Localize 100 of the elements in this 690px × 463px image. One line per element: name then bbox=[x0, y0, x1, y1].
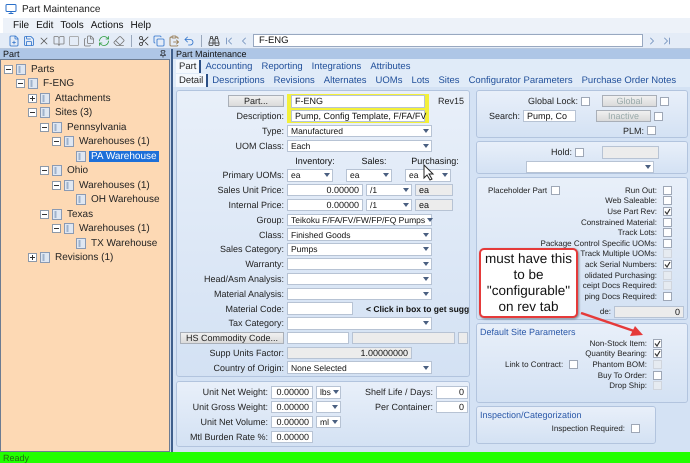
pin-icon[interactable] bbox=[159, 50, 168, 58]
dropdown[interactable]: Teikoku F/FA/FV/FW/FP/FQ Pumps bbox=[287, 214, 432, 226]
cut-icon[interactable] bbox=[138, 34, 150, 46]
checkbox[interactable] bbox=[663, 238, 672, 248]
checkbox[interactable] bbox=[581, 96, 590, 106]
tab[interactable]: Revisions bbox=[270, 74, 320, 87]
menu-item[interactable]: Actions bbox=[90, 20, 124, 31]
collapse-icon[interactable] bbox=[40, 122, 49, 132]
tree-item[interactable]: Texas bbox=[65, 208, 96, 220]
hs-code-button[interactable]: HS Commodity Code... bbox=[180, 332, 284, 344]
menu-item[interactable]: Tools bbox=[60, 20, 84, 31]
collapse-icon[interactable] bbox=[4, 64, 13, 74]
paste-icon[interactable] bbox=[168, 34, 180, 46]
tree-item[interactable]: PA Warehouse bbox=[89, 150, 159, 162]
tab[interactable]: Alternates bbox=[320, 74, 372, 87]
collapse-icon[interactable] bbox=[16, 79, 25, 88]
tree-item[interactable]: Warehouses (1) bbox=[77, 180, 152, 191]
tab[interactable]: Integrations bbox=[308, 60, 366, 73]
checkbox[interactable] bbox=[663, 228, 672, 238]
dropdown[interactable]: ea bbox=[287, 169, 333, 182]
number-field[interactable]: 0.00000 bbox=[271, 416, 313, 428]
dropdown[interactable] bbox=[316, 400, 341, 414]
part-search-field[interactable]: F-ENG bbox=[253, 34, 643, 47]
delete-icon[interactable] bbox=[38, 34, 50, 46]
checkbox[interactable] bbox=[653, 349, 662, 358]
expand-icon[interactable] bbox=[28, 94, 37, 103]
part-button[interactable]: Part... bbox=[228, 95, 284, 108]
dropdown[interactable]: Pumps bbox=[287, 243, 432, 256]
last-record-icon[interactable] bbox=[661, 34, 673, 46]
dropdown[interactable]: /1 bbox=[366, 198, 412, 212]
book-icon[interactable] bbox=[53, 34, 65, 46]
collapse-icon[interactable] bbox=[52, 137, 61, 146]
checkbox[interactable] bbox=[663, 218, 672, 227]
dropdown[interactable]: Finished Goods bbox=[287, 228, 432, 241]
number-field[interactable]: 0.00000 bbox=[271, 430, 313, 444]
copy-icon[interactable] bbox=[153, 34, 165, 46]
tab[interactable]: UOMs bbox=[372, 74, 408, 87]
dropdown[interactable]: ml bbox=[316, 416, 341, 428]
collapse-icon[interactable] bbox=[40, 210, 49, 219]
text-field[interactable]: F-ENG bbox=[291, 95, 425, 108]
number-field[interactable]: 0 bbox=[436, 386, 468, 399]
tree-item[interactable]: OH Warehouse bbox=[89, 194, 162, 206]
tree-item[interactable]: Warehouses (1) bbox=[77, 136, 152, 148]
tab[interactable]: Descriptions bbox=[209, 74, 270, 87]
menu-item[interactable]: File bbox=[13, 20, 30, 31]
tree-item[interactable]: TX Warehouse bbox=[89, 238, 160, 249]
tree-item[interactable]: Attachments bbox=[53, 92, 113, 104]
dropdown[interactable]: Each bbox=[287, 140, 432, 152]
collapse-icon[interactable] bbox=[52, 180, 61, 190]
checkbox[interactable] bbox=[663, 206, 672, 216]
number-field[interactable]: 0.00000 bbox=[271, 400, 313, 414]
number-field[interactable]: 0 bbox=[436, 400, 468, 414]
square-icon[interactable] bbox=[68, 34, 80, 46]
tab[interactable]: Detail bbox=[176, 74, 208, 87]
tab[interactable]: Configurator Parameters bbox=[466, 74, 578, 87]
refresh-icon[interactable] bbox=[98, 34, 110, 46]
tab[interactable]: Sites bbox=[435, 74, 465, 87]
dropdown[interactable]: /1 bbox=[366, 184, 412, 196]
save-icon[interactable] bbox=[23, 34, 35, 46]
text-field[interactable] bbox=[602, 146, 659, 159]
tab[interactable]: Reporting bbox=[258, 60, 308, 73]
checkbox[interactable] bbox=[663, 186, 672, 195]
tree-item[interactable]: Sites (3) bbox=[53, 107, 94, 118]
dropdown[interactable]: ea bbox=[346, 169, 392, 182]
tree-item[interactable]: F-ENG bbox=[41, 78, 76, 90]
tab[interactable]: Lots bbox=[408, 74, 434, 87]
tree-item[interactable]: Ohio bbox=[65, 165, 90, 176]
checkbox[interactable] bbox=[653, 338, 662, 348]
search-icon[interactable] bbox=[208, 34, 220, 46]
search-field[interactable]: Pump, Co bbox=[523, 110, 576, 122]
checkbox[interactable] bbox=[647, 126, 656, 136]
menu-item[interactable]: Edit bbox=[36, 20, 54, 31]
collapse-icon[interactable] bbox=[28, 108, 37, 118]
tab[interactable]: Part bbox=[176, 60, 202, 73]
tab[interactable]: Purchase Order Notes bbox=[578, 74, 682, 87]
dropdown[interactable]: lbs bbox=[316, 386, 341, 399]
collapse-icon[interactable] bbox=[40, 166, 49, 176]
text-field[interactable] bbox=[287, 302, 353, 315]
dropdown[interactable]: None Selected bbox=[287, 361, 432, 374]
number-field[interactable]: 0 bbox=[614, 306, 684, 318]
checkbox[interactable] bbox=[663, 196, 672, 206]
number-field[interactable]: 0.00000 bbox=[271, 386, 313, 399]
collapse-icon[interactable] bbox=[52, 224, 61, 234]
checkbox[interactable] bbox=[631, 424, 640, 433]
checkbox[interactable] bbox=[653, 370, 662, 380]
text-field[interactable] bbox=[287, 332, 349, 344]
price-field[interactable]: 0.00000 bbox=[287, 198, 363, 212]
files-icon[interactable] bbox=[83, 34, 95, 46]
tab[interactable]: Attributes bbox=[367, 60, 416, 73]
price-field[interactable]: 0.00000 bbox=[287, 184, 363, 196]
checkbox[interactable] bbox=[663, 260, 672, 269]
menu-item[interactable]: Help bbox=[130, 20, 152, 31]
checkbox[interactable] bbox=[569, 360, 578, 369]
checkbox[interactable] bbox=[551, 186, 560, 195]
tab[interactable]: Accounting bbox=[202, 60, 258, 73]
undo-icon[interactable] bbox=[183, 34, 195, 46]
expand-icon[interactable] bbox=[28, 253, 37, 262]
tree-item[interactable]: Parts bbox=[29, 64, 56, 75]
tree-item[interactable]: Warehouses (1) bbox=[77, 223, 152, 234]
checkbox[interactable] bbox=[575, 148, 584, 157]
